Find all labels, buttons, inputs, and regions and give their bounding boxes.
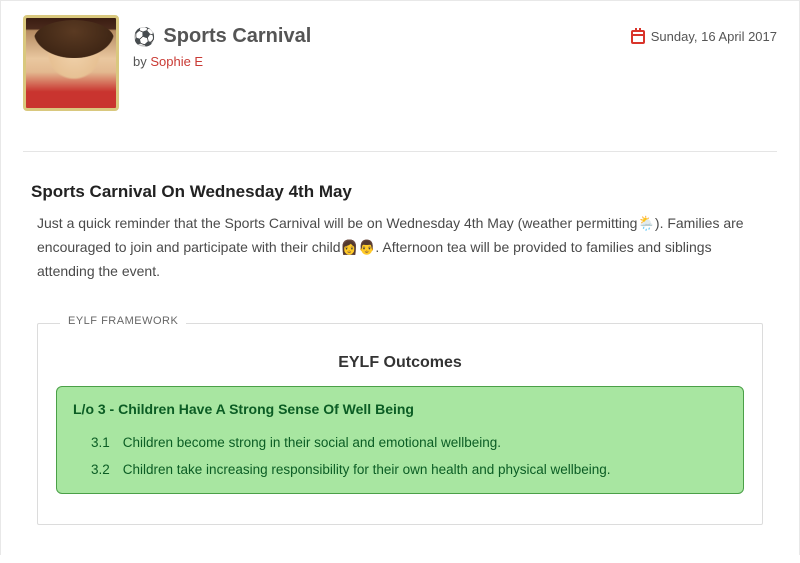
- outcome-card: L/o 3 - Children Have A Strong Sense Of …: [56, 386, 744, 494]
- outcome-text: Children become strong in their social a…: [123, 435, 501, 450]
- page-container: ⚽ Sports Carnival Sunday, 16 April 2017 …: [0, 0, 800, 555]
- outcome-number: 3.2: [91, 462, 119, 477]
- outcome-heading: L/o 3 - Children Have A Strong Sense Of …: [73, 401, 727, 417]
- post-date: Sunday, 16 April 2017: [651, 29, 777, 44]
- author-link[interactable]: Sophie E: [150, 54, 203, 69]
- content-heading: Sports Carnival On Wednesday 4th May: [31, 182, 777, 202]
- title-left: ⚽ Sports Carnival: [133, 25, 311, 48]
- outcome-text: Children take increasing responsibility …: [123, 462, 611, 477]
- framework-legend: EYLF FRAMEWORK: [60, 315, 186, 327]
- framework-box: EYLF FRAMEWORK EYLF Outcomes L/o 3 - Chi…: [37, 323, 763, 525]
- post-header: ⚽ Sports Carnival Sunday, 16 April 2017 …: [23, 15, 777, 131]
- header-divider: [23, 151, 777, 152]
- post-title: Sports Carnival: [163, 25, 311, 48]
- by-prefix: by: [133, 54, 150, 69]
- outcomes-title: EYLF Outcomes: [56, 354, 744, 372]
- outcome-number: 3.1: [91, 435, 119, 450]
- author-avatar: [23, 15, 119, 111]
- content-paragraph: Just a quick reminder that the Sports Ca…: [37, 212, 769, 283]
- date-block: Sunday, 16 April 2017: [631, 29, 777, 44]
- outcome-item: 3.2 Children take increasing responsibil…: [73, 456, 727, 483]
- header-main: ⚽ Sports Carnival Sunday, 16 April 2017 …: [133, 15, 777, 111]
- byline: by Sophie E: [133, 54, 777, 69]
- title-line: ⚽ Sports Carnival Sunday, 16 April 2017: [133, 25, 777, 48]
- calendar-icon: [631, 30, 645, 44]
- soccer-ball-icon: ⚽: [133, 28, 155, 46]
- outcome-item: 3.1 Children become strong in their soci…: [73, 429, 727, 456]
